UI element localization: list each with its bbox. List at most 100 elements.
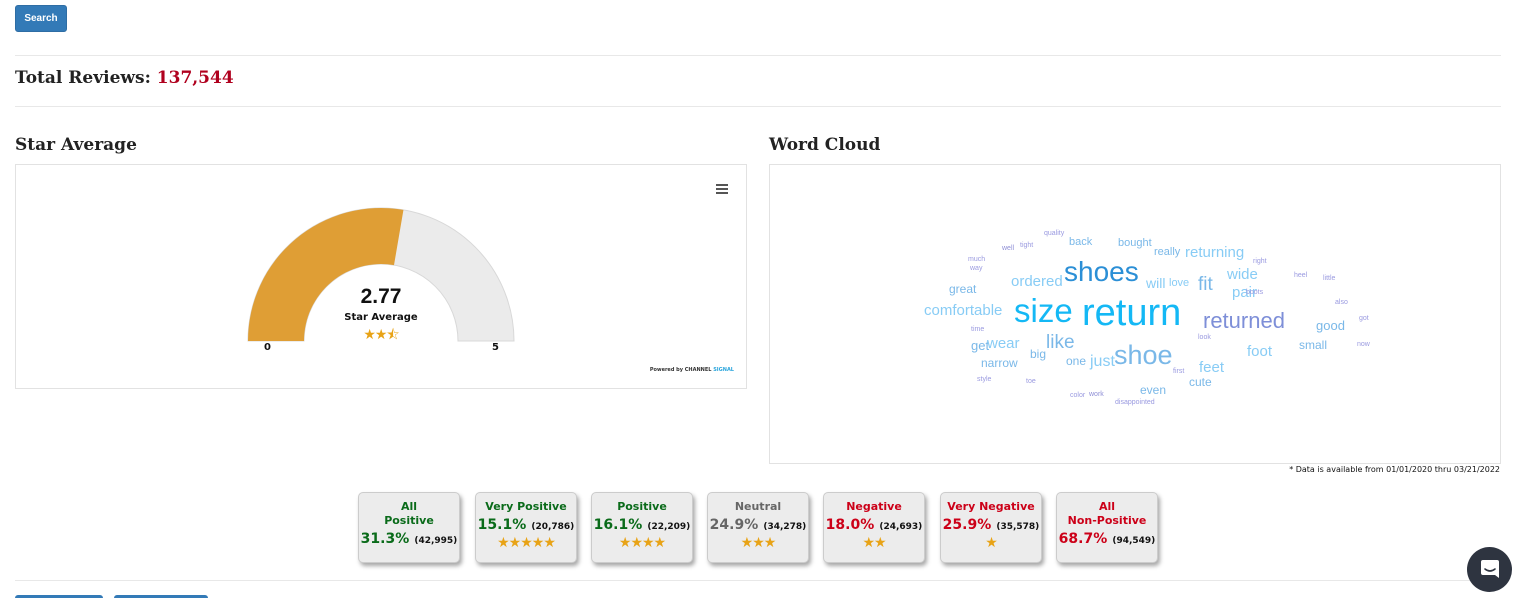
total-reviews: Total Reviews: 137,544 xyxy=(15,68,234,88)
card-count: (35,578) xyxy=(996,522,1040,532)
word-cloud-word[interactable]: boots xyxy=(1246,289,1263,296)
word-cloud-word[interactable]: just xyxy=(1090,354,1115,370)
powered-by-credit: Powered by CHANNEL SIGNAL xyxy=(650,367,734,373)
divider xyxy=(15,55,1501,56)
word-cloud-word[interactable]: much xyxy=(968,256,985,263)
sentiment-card-neutral[interactable]: Neutral 24.9% (34,278) ★★★ xyxy=(707,492,809,563)
word-cloud-word[interactable]: foot xyxy=(1247,344,1272,359)
star-rating-icon: ★ xyxy=(985,535,998,551)
card-stats: 31.3% (42,995) xyxy=(359,528,459,547)
credit-brand: CHANNEL xyxy=(684,367,712,373)
word-cloud-word[interactable]: style xyxy=(977,376,991,383)
card-stats: 68.7% (94,549) xyxy=(1057,528,1157,547)
sentiment-card-positive[interactable]: Positive 16.1% (22,209) ★★★★ xyxy=(591,492,693,563)
card-label: Neutral xyxy=(708,500,808,514)
word-cloud-word[interactable]: also xyxy=(1335,299,1348,306)
word-cloud-word[interactable]: little xyxy=(1323,275,1335,282)
gauge-chart xyxy=(247,207,515,342)
card-stats: 18.0% (24,693) xyxy=(824,514,924,533)
gauge-label: Star Average xyxy=(344,312,418,323)
word-cloud-word[interactable]: feet xyxy=(1199,360,1224,375)
word-cloud-word[interactable]: disappointed xyxy=(1115,399,1155,406)
word-cloud-word[interactable]: really xyxy=(1154,247,1180,258)
card-count: (20,786) xyxy=(531,522,575,532)
word-cloud-word[interactable]: tight xyxy=(1020,242,1033,249)
word-cloud-word[interactable]: first xyxy=(1173,368,1184,375)
word-cloud-word[interactable]: great xyxy=(949,283,976,295)
word-cloud-word[interactable]: wide xyxy=(1227,267,1258,282)
word-cloud-word[interactable]: cute xyxy=(1189,376,1212,388)
word-cloud-word[interactable]: returned xyxy=(1203,310,1285,332)
card-percent: 25.9% xyxy=(942,517,992,533)
word-cloud-word[interactable]: toe xyxy=(1026,378,1036,385)
word-cloud-panel: quality well tight back bought really returnin… xyxy=(769,164,1501,464)
card-percent: 24.9% xyxy=(709,517,759,533)
word-cloud-word[interactable]: small xyxy=(1299,339,1327,351)
word-cloud-word[interactable]: well xyxy=(1002,245,1014,252)
star-rating-icon: ★★★★ xyxy=(618,535,666,551)
divider xyxy=(15,106,1501,107)
word-cloud-word[interactable]: now xyxy=(1357,341,1370,348)
card-count: (94,549) xyxy=(1112,536,1156,546)
word-cloud-word[interactable]: return xyxy=(1082,294,1181,332)
word-cloud-word[interactable]: wear xyxy=(987,336,1020,351)
word-cloud-word[interactable]: size xyxy=(1014,294,1073,327)
word-cloud-word[interactable]: ordered xyxy=(1011,274,1063,289)
chat-launcher-button[interactable] xyxy=(1467,547,1512,592)
credit-prefix: Powered by xyxy=(649,367,683,373)
card-count: (24,693) xyxy=(879,522,923,532)
card-label-line: All xyxy=(400,500,418,513)
word-cloud-word[interactable]: bought xyxy=(1118,238,1152,249)
card-label: Negative xyxy=(824,500,924,514)
gauge-min-label: 0 xyxy=(264,342,271,353)
sentiment-card-very-negative[interactable]: Very Negative 25.9% (35,578) ★ xyxy=(940,492,1042,563)
sentiment-card-negative[interactable]: Negative 18.0% (24,693) ★★ xyxy=(823,492,925,563)
card-count: (34,278) xyxy=(763,522,807,532)
card-label: Positive xyxy=(592,500,692,514)
word-cloud-word[interactable]: work xyxy=(1089,391,1104,398)
card-label: Very Positive xyxy=(476,500,576,514)
word-cloud-word[interactable]: comfortable xyxy=(924,303,1002,318)
word-cloud-word[interactable]: fit xyxy=(1198,275,1213,294)
card-percent: 15.1% xyxy=(477,517,527,533)
word-cloud-word[interactable]: returning xyxy=(1185,245,1244,260)
word-cloud-word[interactable]: love xyxy=(1169,278,1189,289)
word-cloud-word[interactable]: narrow xyxy=(981,357,1018,369)
card-label: All Non-Positive xyxy=(1057,500,1157,528)
word-cloud-word[interactable]: look xyxy=(1198,334,1211,341)
word-cloud-word[interactable]: even xyxy=(1140,384,1166,396)
word-cloud-word[interactable]: time xyxy=(971,326,984,333)
sentiment-card-all-positive[interactable]: All Positive 31.3% (42,995) xyxy=(358,492,460,563)
word-cloud-word[interactable]: will xyxy=(1146,276,1165,290)
sentiment-card-all-non-positive[interactable]: All Non-Positive 68.7% (94,549) xyxy=(1056,492,1158,563)
word-cloud-word[interactable]: big xyxy=(1030,348,1046,360)
word-cloud-word[interactable]: right xyxy=(1253,258,1267,265)
card-stats: 16.1% (22,209) xyxy=(592,514,692,533)
card-stats: 15.1% (20,786) xyxy=(476,514,576,533)
word-cloud-word[interactable]: one xyxy=(1066,355,1086,367)
word-cloud-word[interactable]: shoes xyxy=(1064,258,1139,286)
word-cloud-word[interactable]: good xyxy=(1316,319,1345,332)
card-label-line: Positive xyxy=(617,500,667,513)
word-cloud-word[interactable]: back xyxy=(1069,237,1092,248)
word-cloud-word[interactable]: got xyxy=(1359,315,1369,322)
search-button[interactable]: Search xyxy=(15,5,67,32)
card-percent: 16.1% xyxy=(593,517,643,533)
card-percent: 31.3% xyxy=(360,531,410,547)
total-reviews-label: Total Reviews: xyxy=(15,68,151,88)
gauge-star-rating-icon: ★★⯪ xyxy=(363,327,399,343)
word-cloud-word[interactable]: quality xyxy=(1044,230,1064,237)
gauge-value: 2.77 xyxy=(360,285,402,308)
card-label-line: All xyxy=(1098,500,1116,513)
word-cloud-word[interactable]: way xyxy=(970,265,982,272)
total-reviews-value: 137,544 xyxy=(156,68,234,88)
star-rating-icon: ★★★ xyxy=(740,535,777,551)
word-cloud-word[interactable]: like xyxy=(1046,333,1075,352)
word-cloud-word[interactable]: shoe xyxy=(1114,342,1173,369)
card-label-line: Neutral xyxy=(734,500,782,513)
divider xyxy=(15,580,1501,581)
word-cloud-word[interactable]: color xyxy=(1070,392,1085,399)
sentiment-card-very-positive[interactable]: Very Positive 15.1% (20,786) ★★★★★ xyxy=(475,492,577,563)
word-cloud-word[interactable]: heel xyxy=(1294,272,1307,279)
star-rating-icon: ★★★★★ xyxy=(497,535,556,551)
